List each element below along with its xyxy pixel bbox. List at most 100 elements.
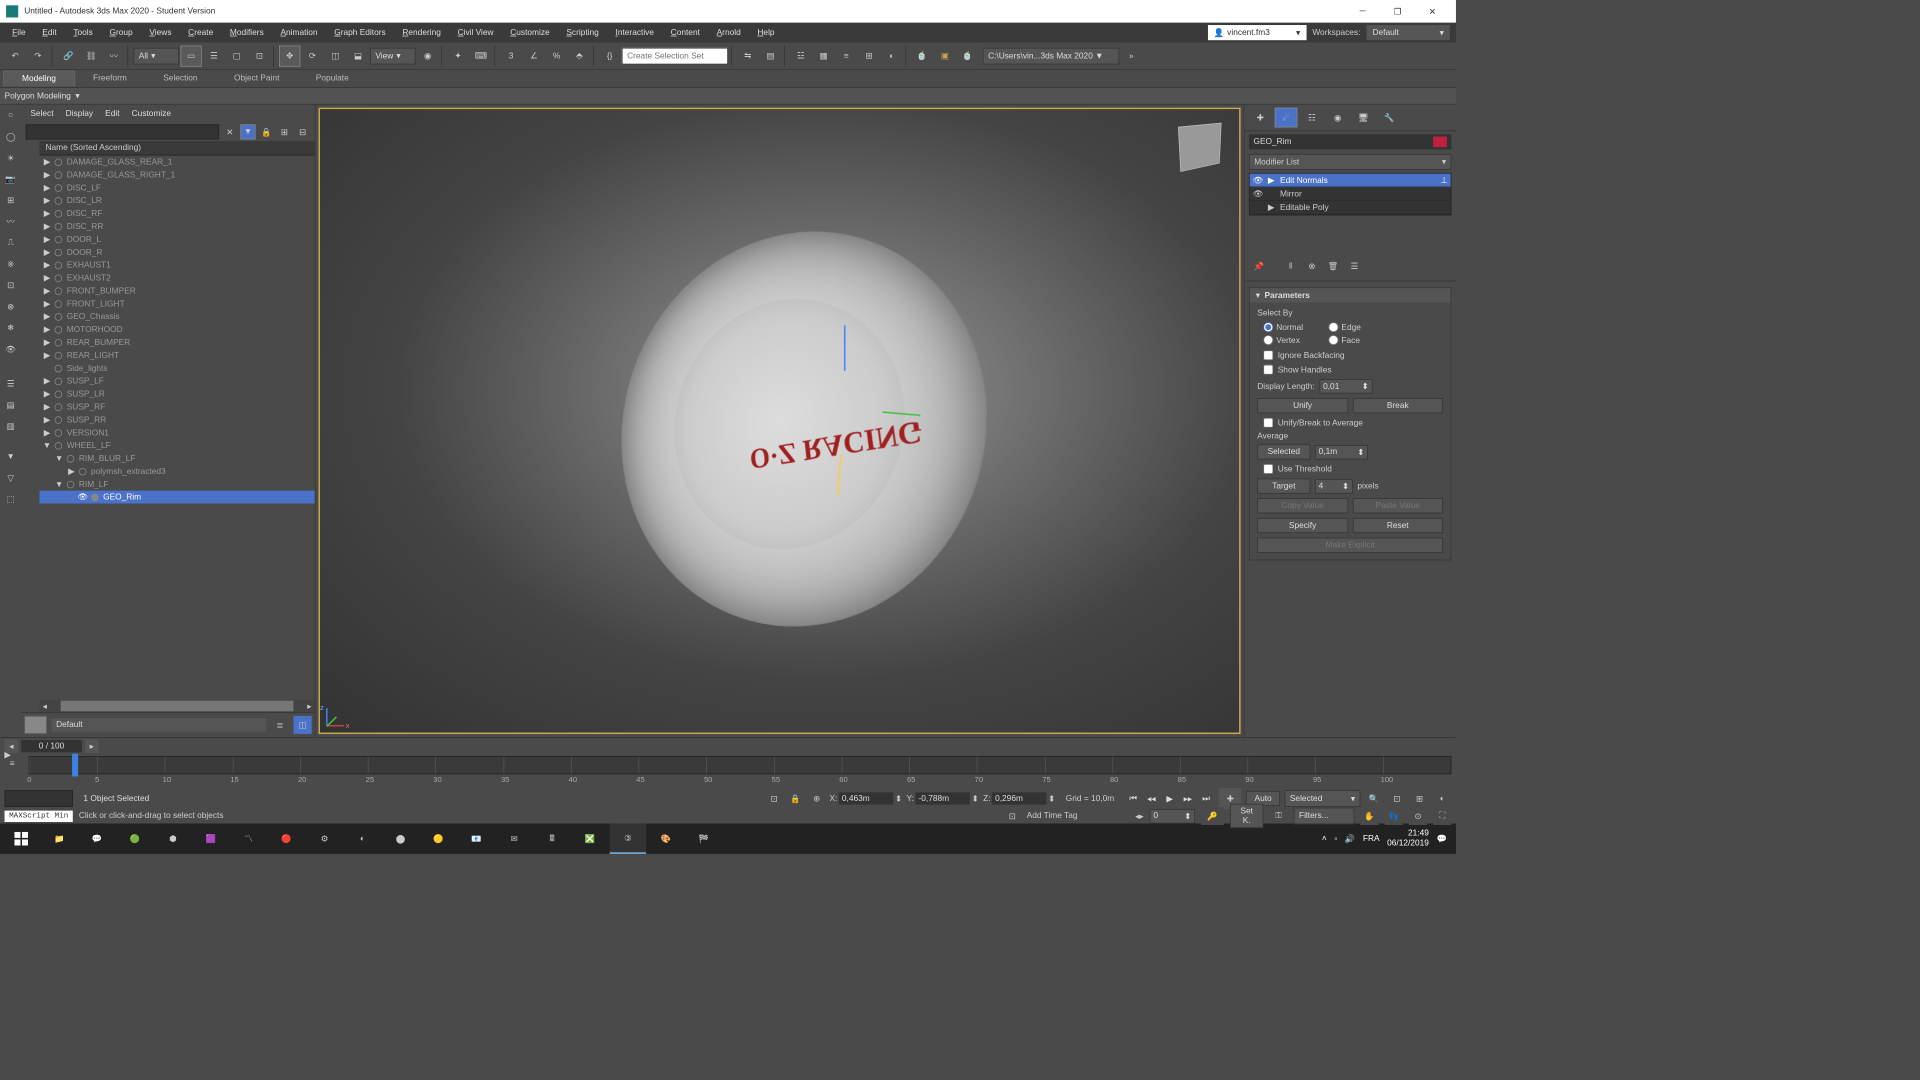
tree-item[interactable]: ▶DISC_LR (39, 194, 314, 207)
tree-item[interactable]: ▶SUSP_RF (39, 400, 314, 413)
calculator-icon[interactable]: 🖩 (534, 824, 570, 854)
expand-arrow-icon[interactable]: ▶ (42, 415, 51, 425)
tree-item[interactable]: ▼WHEEL_LF (39, 439, 314, 452)
menu-scripting[interactable]: Scripting (559, 25, 607, 40)
manipulate-button[interactable]: ✦ (447, 45, 468, 66)
menu-arnold[interactable]: Arnold (709, 25, 748, 40)
specify-button[interactable]: Specify (1257, 518, 1348, 533)
time-tag-icon[interactable]: ⊡ (1004, 809, 1021, 823)
isolate-icon[interactable]: ⊡ (766, 791, 783, 806)
ribbon-tab-modeling[interactable]: Modeling (3, 71, 75, 87)
redo-button[interactable]: ↷ (27, 45, 48, 66)
volume-icon[interactable]: 🔊 (1345, 834, 1355, 844)
tree-item[interactable]: ▶SUSP_LR (39, 387, 314, 400)
expand-arrow-icon[interactable]: ▶ (42, 389, 51, 399)
explorer-h-scrollbar[interactable]: ◂ ▸ (39, 700, 314, 712)
filter-geometry-icon[interactable]: ○ (1, 105, 21, 125)
expand-all-icon[interactable]: ⊞ (277, 124, 292, 139)
select-dependents-icon[interactable]: ▽ (1, 468, 21, 488)
time-next-icon[interactable]: ▸ (85, 739, 99, 753)
window-crossing-button[interactable]: ⊡ (249, 45, 270, 66)
nav-zoom-icon[interactable]: ⊡ (1388, 789, 1406, 807)
tree-item[interactable]: ▶FRONT_BUMPER (39, 284, 314, 297)
nav-fov-icon[interactable]: ◐ (1433, 789, 1451, 807)
spotify-icon[interactable]: 🟢 (117, 824, 153, 854)
ribbon-tab-object-paint[interactable]: Object Paint (216, 71, 298, 87)
maximize-button[interactable]: ❐ (1380, 0, 1415, 23)
tree-item[interactable]: ▶EXHAUST2 (39, 271, 314, 284)
explorer-column-header[interactable]: Name (Sorted Ascending) (39, 141, 314, 155)
tree-item[interactable]: ▶MOTORHOOD (39, 323, 314, 336)
menu-help[interactable]: Help (750, 25, 782, 40)
ribbon-tab-freeform[interactable]: Freeform (75, 71, 145, 87)
align-button[interactable]: ▤ (760, 45, 781, 66)
app-icon-2[interactable]: 🟪 (193, 824, 229, 854)
explorer-menu-edit[interactable]: Edit (105, 109, 119, 118)
y-value[interactable]: -0,788m (915, 792, 970, 804)
avg-selected-button[interactable]: Selected (1257, 444, 1310, 459)
modifier-row[interactable]: 👁▶Edit Normals⊥ (1250, 174, 1451, 188)
render-button[interactable]: 🍵 (957, 45, 978, 66)
undo-button[interactable]: ↶ (5, 45, 26, 66)
app-icon-8[interactable]: 🏁 (686, 824, 722, 854)
mini-listener[interactable] (5, 790, 73, 807)
edit-named-sel-button[interactable]: {} (599, 45, 620, 66)
rect-region-button[interactable]: ▢ (226, 45, 247, 66)
signin-user[interactable]: 👤 vincent.fm3 ▾ (1208, 25, 1307, 40)
spinner-icon[interactable]: ⬍ (972, 794, 979, 804)
nav-orbit-icon[interactable]: ⊙ (1409, 807, 1427, 825)
tray-chevron-icon[interactable]: ˄ (1322, 834, 1327, 843)
tree-item[interactable]: ▼RIM_BLUR_LF (39, 452, 314, 465)
rotate-button[interactable]: ⟳ (302, 45, 323, 66)
key-filters-icon[interactable]: ⚿ (1269, 808, 1287, 823)
expand-arrow-icon[interactable]: ▶ (42, 196, 51, 206)
ref-coord-dropdown[interactable]: View ▾ (370, 47, 415, 64)
tree-item[interactable]: ▶DAMAGE_GLASS_REAR_1 (39, 155, 314, 168)
tree-item[interactable]: ▶DISC_LF (39, 181, 314, 194)
steam-icon[interactable]: ⚙ (306, 824, 342, 854)
render-frame-button[interactable]: ▣ (934, 45, 955, 66)
tree-item[interactable]: ▶DOOR_L (39, 233, 314, 246)
keyboard-shortcut-button[interactable]: ⌨ (470, 45, 491, 66)
start-button[interactable] (3, 824, 39, 854)
expand-arrow-icon[interactable]: ▶ (42, 260, 51, 270)
tree-item[interactable]: ▶DISC_RR (39, 220, 314, 233)
expand-icon[interactable]: ▶ (1268, 202, 1276, 212)
notifications-icon[interactable]: 💬 (1436, 834, 1446, 844)
expand-arrow-icon[interactable]: ▶ (42, 312, 51, 322)
explorer-search-input[interactable] (26, 124, 219, 139)
display-dependencies-icon[interactable]: ▥ (1, 416, 21, 436)
workspaces-dropdown[interactable]: Default ▾ (1366, 25, 1449, 40)
spinner-icon[interactable]: ⬍ (895, 794, 902, 804)
timeline-track[interactable]: 0510152025303540455055606570758085909510… (29, 756, 1452, 774)
link-button[interactable]: 🔗 (58, 45, 79, 66)
app-icon-6[interactable]: 🟡 (420, 824, 456, 854)
expand-arrow-icon[interactable]: ▶ (42, 170, 51, 180)
placement-button[interactable]: ⬓ (347, 45, 368, 66)
material-editor-button[interactable]: ◐ (881, 45, 902, 66)
3dsmax-taskbar-icon[interactable]: ③ (610, 824, 646, 854)
expand-icon[interactable]: ▶ (1268, 175, 1276, 185)
make-unique-icon[interactable]: ⊗ (1304, 258, 1321, 275)
modify-tab-icon[interactable]: ☄ (1275, 108, 1298, 128)
tree-item[interactable]: ▶SUSP_RR (39, 413, 314, 426)
x-value[interactable]: 0,463m (839, 792, 894, 804)
current-frame-spinner[interactable]: 0⬍ (1150, 809, 1195, 823)
modifier-list-dropdown[interactable]: Modifier List ▾ (1249, 154, 1451, 170)
menu-group[interactable]: Group (102, 25, 140, 40)
scroll-right-icon[interactable]: ▸ (304, 701, 315, 712)
scroll-thumb[interactable] (61, 701, 294, 712)
expand-arrow-icon[interactable]: ▼ (42, 441, 51, 450)
utilities-tab-icon[interactable]: 🔧 (1378, 108, 1401, 128)
filter-space-icon[interactable]: 〰 (1, 212, 21, 232)
schematic-view-button[interactable]: ⊞ (858, 45, 879, 66)
filter-frozen-icon[interactable]: ❄ (1, 318, 21, 338)
filter-shapes-icon[interactable]: ◯ (1, 127, 21, 147)
key-filter-dropdown[interactable]: Selected▾ (1285, 790, 1361, 807)
paste-value-button[interactable]: Paste Value (1352, 498, 1443, 513)
menu-rendering[interactable]: Rendering (395, 25, 449, 40)
excel-icon[interactable]: ❎ (572, 824, 608, 854)
filter-lights-icon[interactable]: ☀ (1, 148, 21, 168)
expand-arrow-icon[interactable]: ▶ (42, 350, 51, 360)
selection-lock-icon[interactable]: 🔒 (787, 791, 804, 806)
